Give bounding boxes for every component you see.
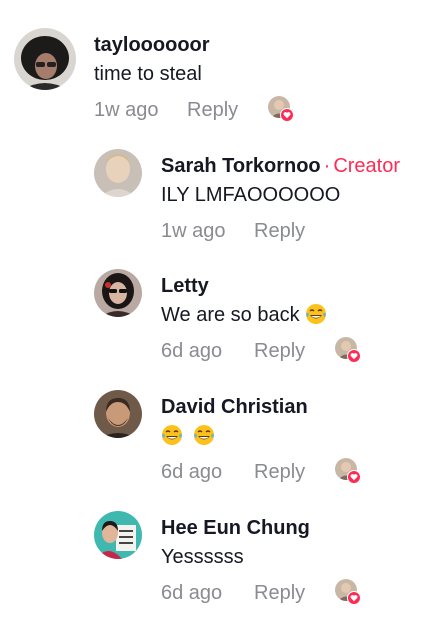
- avatar-david-icon: [94, 390, 142, 438]
- heart-icon: [347, 591, 361, 605]
- avatar[interactable]: [94, 149, 142, 197]
- comment-meta: 1w ago Reply: [94, 96, 294, 124]
- comment-text-line: [161, 424, 308, 448]
- comment-text-line: We are so back: [161, 303, 327, 327]
- creator-liked-badge: [335, 337, 361, 363]
- avatar[interactable]: [94, 390, 142, 438]
- avatar[interactable]: [94, 511, 142, 559]
- comment-timestamp: 6d ago: [161, 461, 223, 483]
- avatar-sarah-icon: [94, 149, 142, 197]
- comment-meta: 6d ago Reply: [161, 579, 361, 607]
- reply-button[interactable]: Reply: [254, 219, 305, 243]
- creator-badge: Creator: [333, 155, 401, 177]
- comment-username[interactable]: tayloooooor: [94, 33, 238, 57]
- comment-timestamp: 6d ago: [161, 582, 223, 604]
- comment-meta: 6d ago Reply: [161, 458, 361, 486]
- creator-liked-badge: [268, 96, 294, 122]
- comment-timestamp: 1w ago: [94, 99, 159, 121]
- comment-timestamp: 1w ago: [161, 220, 226, 242]
- avatar-hee-eun-icon: [94, 511, 142, 559]
- comment-header: Sarah Torkornoo · Creator: [161, 154, 400, 178]
- face-with-tears-of-joy-icon: [193, 424, 215, 446]
- face-with-tears-of-joy-icon: [305, 303, 327, 325]
- heart-icon: [347, 470, 361, 484]
- comment-username[interactable]: Sarah Torkornoo: [161, 155, 321, 177]
- avatar-taylor-icon: [14, 28, 76, 90]
- avatar[interactable]: [14, 28, 76, 90]
- comment-meta: 6d ago Reply: [161, 337, 361, 365]
- comment-thread: tayloooooor time to steal 1w ago Reply S…: [0, 0, 444, 622]
- comment-text: time to steal: [94, 63, 202, 85]
- heart-icon: [347, 349, 361, 363]
- comment-text: Yessssss: [161, 546, 244, 568]
- face-with-tears-of-joy-icon: [161, 424, 183, 446]
- comment-timestamp: 6d ago: [161, 340, 223, 362]
- avatar-letty-icon: [94, 269, 142, 317]
- heart-icon: [280, 108, 294, 122]
- reply-button[interactable]: Reply: [254, 460, 305, 484]
- creator-liked-badge: [335, 579, 361, 605]
- creator-liked-badge: [335, 458, 361, 484]
- comment-username[interactable]: David Christian: [161, 395, 308, 419]
- reply-button[interactable]: Reply: [254, 339, 305, 363]
- comment-username[interactable]: Hee Eun Chung: [161, 516, 310, 540]
- comment-username[interactable]: Letty: [161, 274, 327, 298]
- reply-button[interactable]: Reply: [187, 98, 238, 122]
- comment-text: ILY LMFAOOOOOO: [161, 184, 341, 206]
- comment-text: We are so back: [161, 304, 300, 326]
- creator-separator: ·: [323, 155, 331, 177]
- avatar[interactable]: [94, 269, 142, 317]
- reply-button[interactable]: Reply: [254, 581, 305, 605]
- comment-meta: 1w ago Reply: [161, 219, 400, 245]
